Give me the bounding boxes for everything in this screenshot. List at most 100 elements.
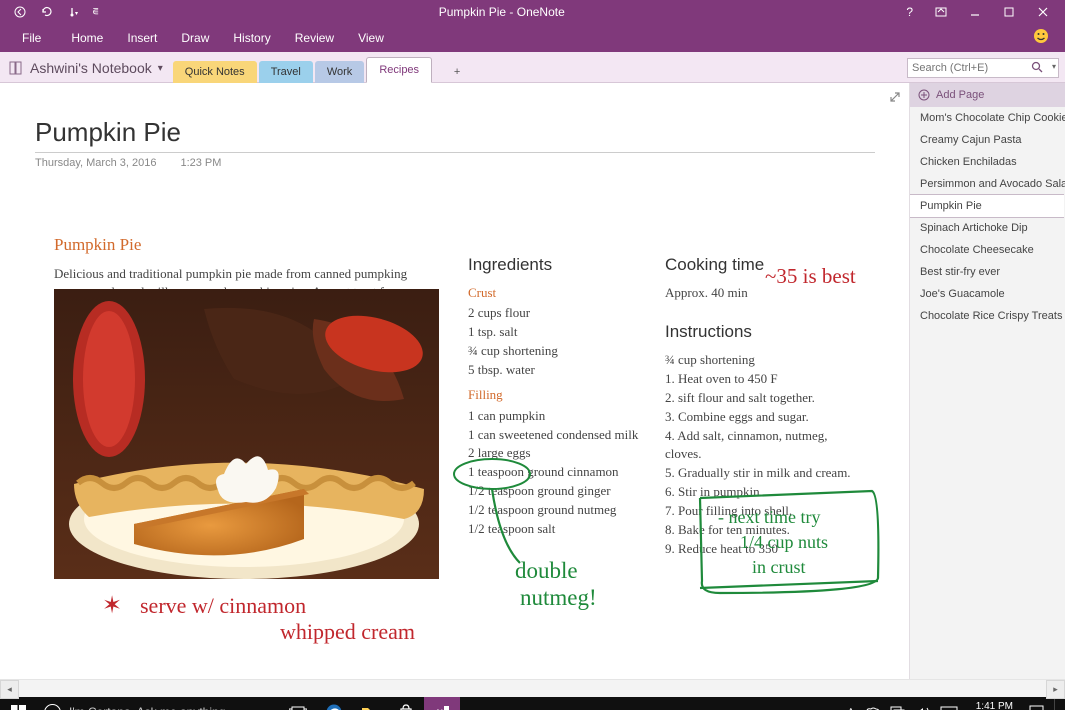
horizontal-scrollbar[interactable]: ◂ ▸: [0, 679, 1065, 697]
cortana-search[interactable]: I'm Cortana. Ask me anything.: [36, 697, 280, 710]
tray-keyboard-icon[interactable]: [940, 706, 958, 710]
tab-file[interactable]: File: [10, 24, 53, 52]
page-item[interactable]: Chocolate Rice Crispy Treats: [910, 305, 1065, 327]
page-item-selected[interactable]: Pumpkin Pie: [910, 194, 1064, 218]
page-item[interactable]: Creamy Cajun Pasta: [910, 129, 1065, 151]
pages-pane: Add Page Mom's Chocolate Chip Cookies Cr…: [909, 83, 1065, 679]
close-icon[interactable]: [1037, 6, 1049, 18]
add-page-label: Add Page: [936, 89, 984, 101]
svg-text:▾: ▾: [75, 11, 78, 17]
taskbar-app-edge[interactable]: [316, 697, 352, 710]
ribbon: File Home Insert Draw History Review Vie…: [0, 24, 1065, 52]
recipe-photo: [54, 289, 439, 579]
filling-item: 1 can pumpkin: [468, 407, 648, 426]
ink-green-double-1: double: [515, 558, 578, 583]
svg-text:✶: ✶: [102, 593, 122, 619]
expand-page-icon[interactable]: [889, 91, 901, 103]
tray-onedrive-icon[interactable]: [864, 707, 880, 710]
instructions-heading: Instructions: [665, 320, 865, 345]
notebook-icon: [8, 61, 24, 75]
taskbar-app-store[interactable]: [388, 697, 424, 710]
tab-review[interactable]: Review: [283, 24, 346, 52]
qat-more-icon[interactable]: ⋷: [92, 7, 99, 18]
page-date: Thursday, March 3, 2016: [35, 157, 156, 169]
page-metadata: Thursday, March 3, 2016 1:23 PM: [35, 157, 221, 169]
window-title: Pumpkin Pie - OneNote: [113, 5, 890, 19]
page-item[interactable]: Chicken Enchiladas: [910, 151, 1065, 173]
add-page-button[interactable]: Add Page: [910, 83, 1065, 107]
onenote-icon: N: [433, 703, 451, 710]
cortana-icon: [44, 704, 61, 710]
instruction-step: 4. Add salt, cinnamon, nutmeg, cloves.: [665, 427, 865, 465]
page-title[interactable]: Pumpkin Pie: [35, 117, 875, 153]
maximize-icon[interactable]: [1003, 6, 1015, 18]
instruction-step: 7. Pour filling into shell.: [665, 502, 865, 521]
page-item[interactable]: Best stir-fry ever: [910, 261, 1065, 283]
window-controls: ?: [890, 5, 1065, 19]
search-box[interactable]: ▾: [907, 58, 1059, 78]
ink-red-serve-2: whipped cream: [280, 619, 415, 644]
crust-item: 2 cups flour: [468, 304, 648, 323]
crust-item: 5 tbsp. water: [468, 361, 648, 380]
section-tab-recipes[interactable]: Recipes: [366, 57, 432, 83]
tray-overflow-icon[interactable]: ˄: [848, 706, 854, 710]
tab-home[interactable]: Home: [59, 24, 115, 52]
tray-volume-icon[interactable]: [915, 706, 930, 710]
notebook-section-bar: Ashwini's Notebook ▾ Quick Notes Travel …: [0, 52, 1065, 83]
touch-mode-icon[interactable]: ▾: [66, 6, 78, 18]
filling-item: 1/2 teaspoon ground ginger: [468, 482, 648, 501]
crust-item: 1 tsp. salt: [468, 323, 648, 342]
instruction-step: 6. Stir in pumpkin.: [665, 483, 865, 502]
section-tab-work[interactable]: Work: [315, 61, 364, 83]
notebook-picker[interactable]: Ashwini's Notebook ▾: [0, 60, 173, 82]
page-list: Mom's Chocolate Chip Cookies Creamy Caju…: [910, 107, 1065, 679]
cortana-placeholder: I'm Cortana. Ask me anything.: [69, 705, 229, 710]
windows-taskbar: I'm Cortana. Ask me anything. N ˄ 1:41 P…: [0, 697, 1065, 710]
add-section-button[interactable]: +: [434, 61, 480, 83]
tray-action-center-icon[interactable]: [1029, 705, 1044, 710]
taskbar-app-file-explorer[interactable]: [352, 697, 388, 710]
section-tab-travel[interactable]: Travel: [259, 61, 313, 83]
page-item[interactable]: Joe's Guacamole: [910, 283, 1065, 305]
page-item[interactable]: Spinach Artichoke Dip: [910, 217, 1065, 239]
search-icon[interactable]: [1031, 61, 1043, 73]
system-tray: ˄ 1:41 PM 3/3/2016: [844, 697, 1065, 710]
notebook-name: Ashwini's Notebook: [30, 60, 152, 76]
section-tabs: Quick Notes Travel Work Recipes +: [173, 52, 482, 82]
title-bar: ▾ ⋷ Pumpkin Pie - OneNote ?: [0, 0, 1065, 24]
tray-network-icon[interactable]: [890, 706, 905, 710]
quick-access-toolbar: ▾ ⋷: [0, 6, 113, 18]
page-item[interactable]: Mom's Chocolate Chip Cookies: [910, 107, 1065, 129]
instruction-step: 9. Reduce heat to 350: [665, 540, 865, 559]
page-time: 1:23 PM: [180, 157, 221, 169]
tab-view[interactable]: View: [346, 24, 396, 52]
filling-item: 1 can sweetened condensed milk: [468, 426, 648, 445]
filling-heading: Filling: [468, 386, 648, 405]
tab-history[interactable]: History: [221, 24, 282, 52]
windows-logo-icon: [11, 705, 26, 710]
feedback-smiley-icon[interactable]: [1033, 28, 1049, 44]
page-canvas[interactable]: Pumpkin Pie Thursday, March 3, 2016 1:23…: [0, 83, 909, 679]
tab-draw[interactable]: Draw: [169, 24, 221, 52]
main-area: Pumpkin Pie Thursday, March 3, 2016 1:23…: [0, 83, 1065, 679]
search-scope-dropdown[interactable]: ▾: [1052, 62, 1056, 71]
back-icon[interactable]: [14, 6, 26, 18]
page-item[interactable]: Persimmon and Avocado Salad: [910, 173, 1065, 195]
taskbar-app-onenote[interactable]: N: [424, 697, 460, 710]
tray-clock[interactable]: 1:41 PM 3/3/2016: [968, 701, 1019, 710]
page-item[interactable]: Chocolate Cheesecake: [910, 239, 1065, 261]
crust-item: ¾ cup shortening: [468, 342, 648, 361]
filling-item: 1 teaspoon ground cinnamon: [468, 463, 648, 482]
ribbon-display-icon[interactable]: [935, 6, 947, 18]
section-tab-quick-notes[interactable]: Quick Notes: [173, 61, 257, 83]
undo-icon[interactable]: [40, 6, 52, 18]
scroll-left-button[interactable]: ◂: [0, 680, 19, 699]
scroll-right-button[interactable]: ▸: [1046, 680, 1065, 699]
tab-insert[interactable]: Insert: [115, 24, 169, 52]
chevron-down-icon: ▾: [158, 63, 163, 74]
help-icon[interactable]: ?: [906, 5, 913, 19]
minimize-icon[interactable]: [969, 6, 981, 18]
recipe-title: Pumpkin Pie: [54, 235, 434, 255]
ingredients-heading: Ingredients: [468, 253, 648, 278]
task-view-button[interactable]: [280, 697, 316, 710]
